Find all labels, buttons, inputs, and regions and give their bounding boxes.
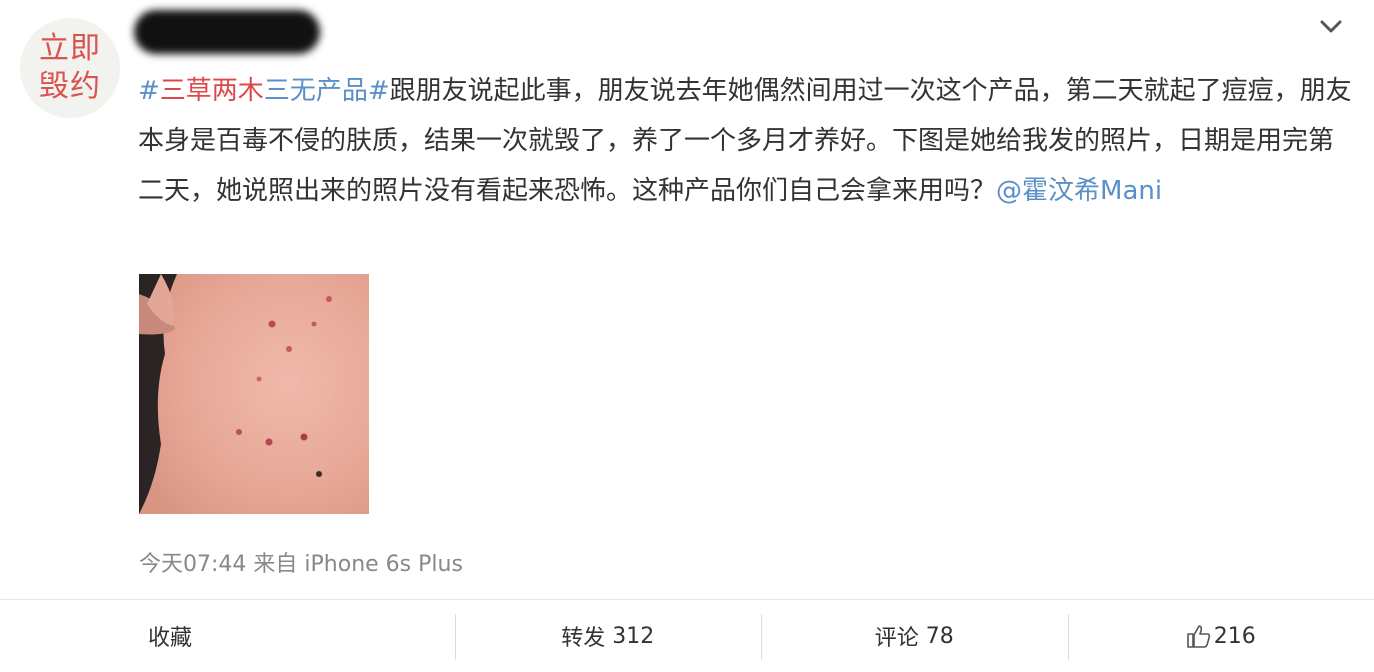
comment-button[interactable]: 评论 78	[761, 600, 1068, 672]
topic-link[interactable]: #三草两木三无产品#	[138, 76, 390, 106]
like-button[interactable]: 216	[1067, 600, 1374, 672]
post-time[interactable]: 今天07:44	[139, 552, 246, 577]
avatar-text-line2: 毁约	[39, 69, 101, 104]
mention-link[interactable]: @霍汶希Mani	[996, 176, 1162, 206]
post-source-label: 来自	[253, 552, 298, 577]
chevron-down-icon[interactable]	[1318, 14, 1344, 40]
action-separator	[761, 614, 762, 660]
avatar-text-line1: 立即	[39, 31, 101, 66]
comment-label: 评论	[874, 626, 919, 651]
post-meta: 今天07:44 来自 iPhone 6s Plus	[139, 546, 463, 578]
favorite-label: 收藏	[148, 626, 193, 651]
comment-count: 78	[925, 623, 954, 649]
repost-button[interactable]: 转发 312	[454, 600, 762, 672]
action-separator	[454, 614, 456, 660]
post-photo[interactable]	[139, 274, 369, 514]
action-bar: 收藏 转发 312 评论 78 216	[0, 600, 1374, 672]
repost-count: 312	[612, 623, 655, 649]
avatar[interactable]: 立即 毁约	[20, 18, 120, 118]
like-count: 216	[1213, 623, 1256, 649]
post-text: #三草两木三无产品#跟朋友说起此事，朋友说去年她偶然间用过一次这个产品，第二天就…	[138, 66, 1352, 216]
favorite-button[interactable]: 收藏	[0, 600, 455, 672]
repost-label: 转发	[561, 626, 606, 651]
username-redacted[interactable]	[134, 10, 320, 54]
topic-name-red[interactable]: 三草两木	[160, 76, 264, 106]
post-device: iPhone 6s Plus	[304, 552, 463, 577]
action-separator	[1067, 614, 1069, 660]
topic-name-blue[interactable]: 三无产品	[264, 76, 368, 106]
thumbs-up-icon	[1186, 625, 1210, 648]
